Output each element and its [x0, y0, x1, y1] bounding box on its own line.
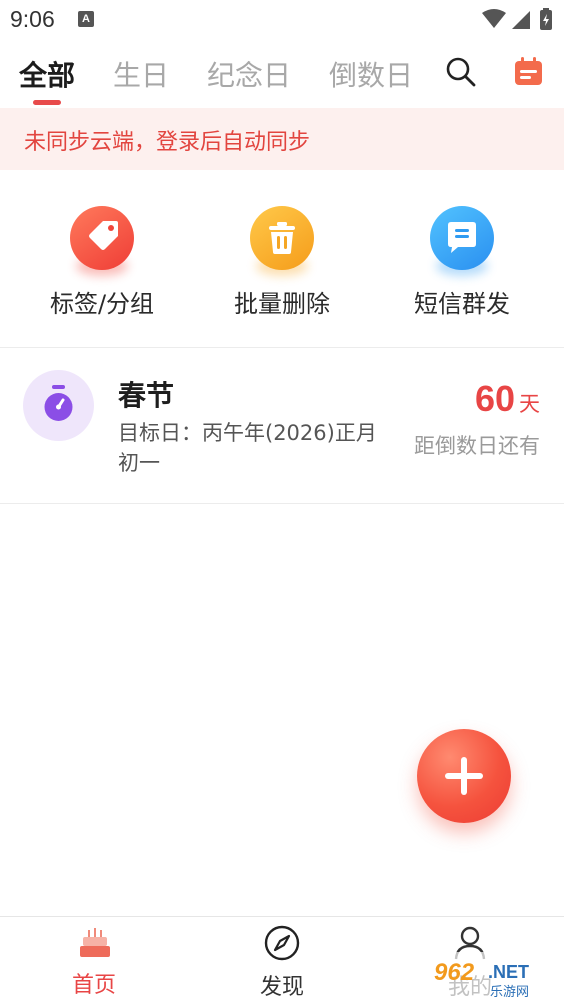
signal-icon — [512, 11, 530, 29]
tab-anniversary[interactable]: 纪念日 — [207, 54, 291, 94]
active-tab-indicator — [33, 100, 61, 105]
search-icon[interactable] — [445, 56, 477, 88]
cake-icon — [80, 928, 110, 957]
sms-broadcast-button[interactable]: 短信群发 — [372, 170, 552, 347]
sync-banner[interactable]: 未同步云端，登录后自动同步 — [0, 108, 564, 170]
plus-icon — [445, 757, 483, 795]
stopwatch-icon — [23, 370, 94, 441]
svg-text:乐游网: 乐游网 — [490, 985, 529, 1000]
battery-icon — [540, 8, 552, 30]
list-item[interactable]: 春节 目标日：丙午年(2026)正月初一 60 天 距倒数日还有 — [0, 348, 564, 503]
watermark-logo: 962 .NET 乐游网 — [426, 952, 560, 1000]
nav-home-label: 首页 — [71, 973, 116, 998]
message-icon — [430, 206, 494, 270]
tag-group-label: 标签/分组 — [49, 290, 155, 318]
nav-discover[interactable]: 发现 — [188, 917, 376, 1004]
sync-banner-text: 未同步云端，登录后自动同步 — [24, 130, 311, 155]
quick-actions: 标签/分组 批量删除 短信群发 — [0, 170, 564, 347]
countdown-number: 60 — [474, 378, 515, 419]
divider — [0, 503, 564, 504]
status-icons — [482, 8, 552, 30]
batch-delete-button[interactable]: 批量删除 — [192, 170, 372, 347]
notification-icon: A — [78, 11, 94, 27]
calendar-icon[interactable] — [514, 57, 543, 86]
sms-broadcast-label: 短信群发 — [414, 290, 510, 318]
tab-all[interactable]: 全部 — [19, 54, 75, 94]
svg-text:.NET: .NET — [488, 962, 529, 982]
tab-birthday[interactable]: 生日 — [113, 54, 169, 94]
countdown-subtitle: 距倒数日还有 — [414, 434, 540, 458]
countdown-value: 60 天 — [475, 378, 540, 420]
tag-icon — [70, 206, 134, 270]
tab-countdown[interactable]: 倒数日 — [329, 54, 413, 94]
add-button[interactable] — [417, 729, 511, 823]
nav-home[interactable]: 首页 — [0, 917, 188, 1004]
tag-group-button[interactable]: 标签/分组 — [12, 170, 192, 347]
countdown-unit: 天 — [519, 392, 540, 416]
trash-icon — [250, 206, 314, 270]
top-tabs: 全部 生日 纪念日 倒数日 — [0, 40, 564, 108]
wifi-icon — [482, 9, 506, 28]
status-time: 9:06 — [10, 6, 55, 32]
event-target-date: 目标日：丙午年(2026)正月初一 — [118, 421, 377, 475]
svg-text:962: 962 — [434, 959, 475, 986]
status-bar: 9:06 A — [0, 0, 564, 40]
nav-discover-label: 发现 — [259, 975, 304, 1000]
event-title: 春节 — [118, 379, 175, 412]
compass-icon — [264, 925, 300, 961]
batch-delete-label: 批量删除 — [234, 290, 330, 318]
